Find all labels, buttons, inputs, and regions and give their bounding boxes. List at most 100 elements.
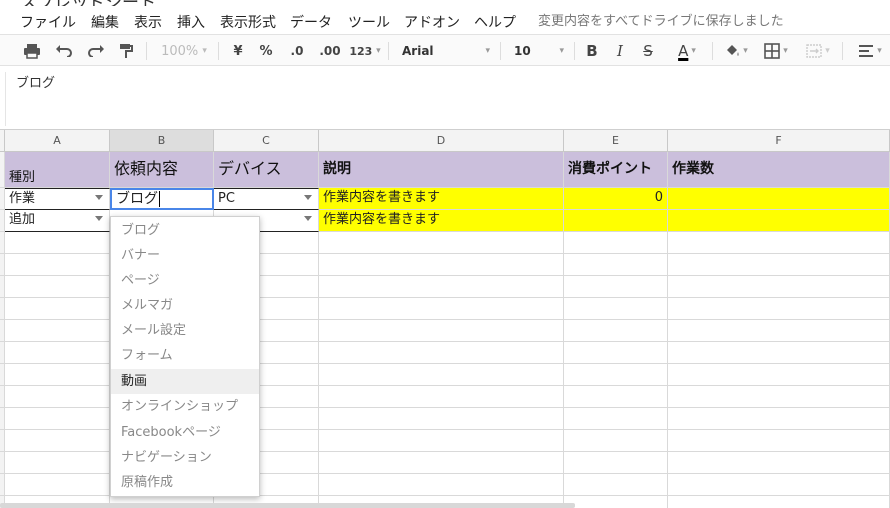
menu-format[interactable]: 表示形式 — [220, 12, 276, 32]
grid-cell[interactable] — [319, 430, 564, 452]
text-color-button[interactable]: A ▾ — [668, 39, 706, 63]
decimal-decrease-button[interactable]: .0 — [284, 39, 310, 63]
grid-cell[interactable] — [319, 232, 564, 254]
dropdown-option[interactable]: 原稿作成 — [111, 470, 259, 495]
header-cell-work-count[interactable]: 作業数 — [668, 152, 890, 188]
grid-cell[interactable] — [5, 342, 110, 364]
cell-type[interactable]: 追加 — [5, 210, 110, 232]
grid-cell[interactable] — [668, 496, 890, 508]
font-size-select[interactable]: 10 ▾ — [514, 39, 568, 63]
save-status[interactable]: 変更内容をすべてドライブに保存しました — [538, 10, 784, 29]
chevron-down-icon[interactable] — [95, 216, 103, 221]
dropdown-option[interactable]: ナビゲーション — [111, 445, 259, 470]
dropdown-option[interactable]: メルマガ — [111, 293, 259, 318]
grid-cell[interactable] — [319, 298, 564, 320]
grid-cell[interactable] — [668, 430, 890, 452]
cell-points[interactable]: 0 — [564, 188, 668, 210]
grid-cell[interactable] — [5, 408, 110, 430]
font-family-select[interactable]: Arial ▾ — [402, 39, 494, 63]
grid-cell[interactable] — [668, 408, 890, 430]
grid-cell[interactable] — [5, 276, 110, 298]
grid-cell[interactable] — [319, 364, 564, 386]
grid-cell[interactable] — [5, 254, 110, 276]
grid-cell[interactable] — [564, 408, 668, 430]
menu-edit[interactable]: 編集 — [91, 12, 119, 32]
grid-cell[interactable] — [564, 320, 668, 342]
dropdown-option-highlighted[interactable]: 動画 — [111, 369, 259, 394]
menu-help[interactable]: ヘルプ — [474, 12, 516, 32]
grid-cell[interactable] — [319, 474, 564, 496]
strikethrough-button[interactable]: S — [638, 39, 658, 63]
redo-icon[interactable] — [84, 39, 108, 63]
grid-cell[interactable] — [319, 342, 564, 364]
grid-cell[interactable] — [5, 430, 110, 452]
header-cell-request[interactable]: 依頼内容 — [110, 152, 214, 188]
grid-cell[interactable] — [319, 408, 564, 430]
menu-insert[interactable]: 挿入 — [177, 12, 205, 32]
cell-type[interactable]: 作業 — [5, 188, 110, 210]
column-header-e[interactable]: E — [564, 130, 668, 152]
decimal-increase-button[interactable]: .00 — [316, 39, 344, 63]
bold-button[interactable]: B — [582, 39, 602, 63]
grid-cell[interactable] — [564, 254, 668, 276]
undo-icon[interactable] — [52, 39, 76, 63]
borders-button[interactable]: ▾ — [758, 39, 794, 63]
grid-cell[interactable] — [5, 320, 110, 342]
chevron-down-icon[interactable] — [304, 195, 312, 200]
column-header-c[interactable]: C — [214, 130, 319, 152]
zoom-select[interactable]: 100% ▾ — [156, 39, 212, 63]
header-cell-device[interactable]: デバイス — [214, 152, 319, 188]
cell-work-count[interactable] — [668, 188, 890, 210]
dropdown-option[interactable]: バナー — [111, 243, 259, 268]
grid-cell[interactable] — [668, 386, 890, 408]
grid-cell[interactable] — [668, 276, 890, 298]
grid-cell[interactable] — [5, 232, 110, 254]
horizontal-align-button[interactable]: ▾ — [852, 39, 888, 63]
horizontal-scrollbar[interactable] — [0, 503, 575, 508]
grid-cell[interactable] — [668, 452, 890, 474]
menu-file[interactable]: ファイル — [20, 12, 76, 32]
cell-device[interactable]: PC — [214, 188, 319, 210]
grid-cell[interactable] — [5, 474, 110, 496]
grid-cell[interactable] — [319, 276, 564, 298]
grid-cell[interactable] — [668, 320, 890, 342]
grid-cell[interactable] — [319, 320, 564, 342]
grid-cell[interactable] — [319, 386, 564, 408]
print-icon[interactable] — [20, 39, 44, 63]
menu-view[interactable]: 表示 — [134, 12, 162, 32]
dropdown-option[interactable]: メール設定 — [111, 318, 259, 343]
grid-cell[interactable] — [668, 298, 890, 320]
cell-description[interactable]: 作業内容を書きます — [319, 188, 564, 210]
grid-cell[interactable] — [564, 496, 668, 508]
dropdown-option[interactable]: Facebookページ — [111, 420, 259, 445]
grid-cell[interactable] — [319, 452, 564, 474]
grid-cell[interactable] — [5, 298, 110, 320]
grid-cell[interactable] — [564, 452, 668, 474]
grid-cell[interactable] — [668, 364, 890, 386]
grid-cell[interactable] — [668, 474, 890, 496]
currency-format-button[interactable]: ¥ — [228, 39, 248, 63]
more-formats-button[interactable]: 123 ▾ — [348, 39, 382, 63]
chevron-down-icon[interactable] — [95, 195, 103, 200]
chevron-down-icon[interactable] — [304, 216, 312, 221]
grid-cell[interactable] — [668, 342, 890, 364]
grid-cell[interactable] — [564, 430, 668, 452]
formula-bar[interactable]: ブログ — [0, 66, 890, 130]
percent-format-button[interactable]: % — [256, 39, 276, 63]
dropdown-option[interactable]: オンラインショップ — [111, 394, 259, 419]
header-cell-points[interactable]: 消費ポイント — [564, 152, 668, 188]
grid-cell[interactable] — [564, 342, 668, 364]
column-header-b[interactable]: B — [110, 130, 214, 152]
paint-format-icon[interactable] — [114, 39, 138, 63]
grid-cell[interactable] — [668, 232, 890, 254]
menu-tools[interactable]: ツール — [348, 12, 390, 32]
header-cell-description[interactable]: 説明 — [319, 152, 564, 188]
grid-cell[interactable] — [564, 386, 668, 408]
grid-cell[interactable] — [319, 254, 564, 276]
grid-cell[interactable] — [564, 276, 668, 298]
column-header-d[interactable]: D — [319, 130, 564, 152]
grid-cell[interactable] — [564, 298, 668, 320]
menu-addons[interactable]: アドオン — [404, 12, 460, 32]
dropdown-option[interactable]: フォーム — [111, 343, 259, 368]
dropdown-option[interactable]: ブログ — [111, 218, 259, 243]
